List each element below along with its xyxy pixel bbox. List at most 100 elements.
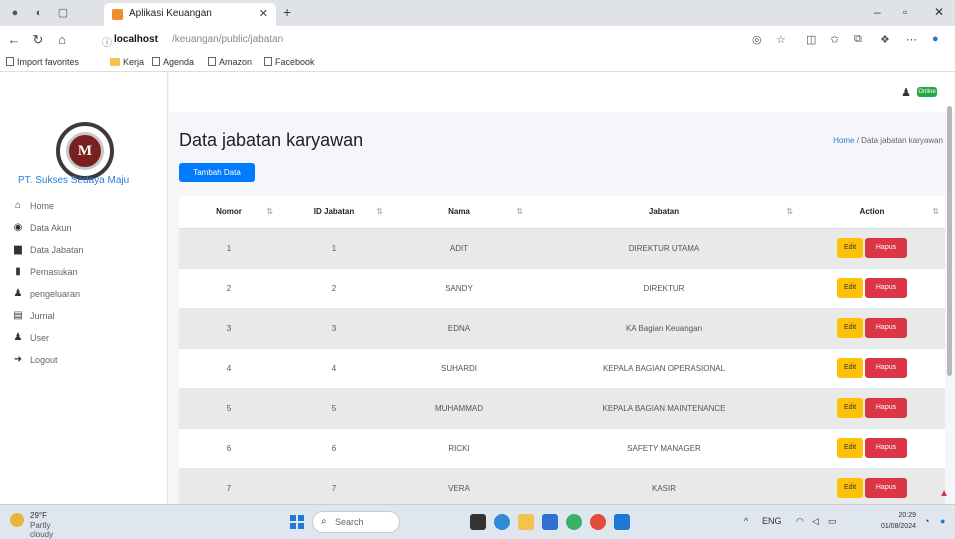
col-header-nama[interactable]: Nama ⇅ <box>389 196 529 229</box>
sidebar-nav: ⌂ Home ◉ Data Akun ▆ Data Jabatan ▮ Pemasuka… <box>12 196 162 372</box>
table-row: 5 5 MUHAMMAD KEPALA BAGIAN MAINTENANCE Edit H… <box>179 388 945 429</box>
col-header-action[interactable]: Action ⇅ <box>799 196 945 229</box>
bookmark-import[interactable]: Import favorites <box>6 57 79 67</box>
browser-tab-bar: ● ◐ ▢ Aplikasi Keuangan ✕ + – ▫ ✕ <box>0 0 955 26</box>
vscode-icon[interactable] <box>542 514 558 530</box>
sidebar-item-user[interactable]: ♟ User <box>12 328 162 350</box>
home-icon: ⌂ <box>14 200 22 211</box>
close-tab-icon[interactable]: ✕ <box>259 7 268 20</box>
copilot-taskbar-icon[interactable]: ● <box>940 516 945 526</box>
minimize-icon[interactable]: – <box>874 5 881 19</box>
profile-icon[interactable]: ● <box>8 6 22 20</box>
bookmark-agenda[interactable]: Agenda <box>152 57 194 67</box>
url-field[interactable]: ⓘ localhost /keuangan/public/jabatan <box>102 31 742 49</box>
delete-button[interactable]: Hapus <box>865 318 907 338</box>
cell-nama: SANDY <box>389 268 529 309</box>
tray-overflow-icon[interactable]: ^ <box>744 516 748 526</box>
battery-icon[interactable]: ▭ <box>828 516 837 527</box>
chat-icon[interactable] <box>494 514 510 530</box>
clock[interactable]: 20:29 01/08/2024 <box>876 510 916 532</box>
edit-button[interactable]: Edit <box>837 398 863 418</box>
sidebar-item-pemasukan[interactable]: ▮ Pemasukan <box>12 262 162 284</box>
extensions-icon[interactable]: ❖ <box>880 33 890 46</box>
cell-nomor: 4 <box>179 348 279 389</box>
edge-icon[interactable] <box>566 514 582 530</box>
collections-icon[interactable]: ⧉ <box>854 33 862 46</box>
col-header-id-jabatan[interactable]: ID Jabatan ⇅ <box>279 196 389 229</box>
file-explorer-icon[interactable] <box>518 514 534 530</box>
windows-start-icon[interactable] <box>290 515 304 529</box>
edit-button[interactable]: Edit <box>837 478 863 498</box>
sidebar-item-data-akun[interactable]: ◉ Data Akun <box>12 218 162 240</box>
scroll-up-icon[interactable]: ▲ <box>939 488 949 499</box>
add-data-button[interactable]: Tambah Data <box>179 163 255 182</box>
delete-button[interactable]: Hapus <box>865 278 907 298</box>
refresh-icon[interactable]: ↻ <box>30 32 46 48</box>
weather-desc: Partly cloudy <box>30 521 54 539</box>
tab-aplikasi-keuangan[interactable]: Aplikasi Keuangan ✕ <box>104 3 276 26</box>
notification-icon[interactable]: ◔ <box>924 516 929 526</box>
car-icon: ▆ <box>14 244 22 255</box>
delete-button[interactable]: Hapus <box>865 358 907 378</box>
more-menu-icon[interactable]: ⋯ <box>906 33 917 46</box>
cell-action: Edit Hapus <box>799 228 945 269</box>
tab-actions-icon[interactable]: ▢ <box>56 6 70 20</box>
jabatan-table: Nomor ⇅ ID Jabatan ⇅ Nama ⇅ Jabatan ⇅ Action… <box>179 196 945 504</box>
taskbar-search[interactable]: ⌕ Search <box>312 511 400 533</box>
read-aloud-icon[interactable]: ◎ <box>752 33 762 46</box>
user-menu-icon[interactable]: ♟ <box>901 86 911 99</box>
bookmark-kerja[interactable]: Kerja <box>110 57 144 67</box>
task-view-icon[interactable] <box>470 514 486 530</box>
split-screen-icon[interactable]: ◫ <box>806 33 816 46</box>
edit-button[interactable]: Edit <box>837 238 863 258</box>
edit-button[interactable]: Edit <box>837 358 863 378</box>
back-icon[interactable]: ← <box>6 32 22 47</box>
bookmark-facebook[interactable]: Facebook <box>264 57 315 67</box>
col-header-jabatan[interactable]: Jabatan ⇅ <box>529 196 799 229</box>
chrome-icon[interactable] <box>590 514 606 530</box>
cell-nomor: 5 <box>179 388 279 429</box>
col-header-nomor[interactable]: Nomor ⇅ <box>179 196 279 229</box>
id-card-icon: ▤ <box>13 310 23 321</box>
close-window-icon[interactable]: ✕ <box>934 5 944 19</box>
favorites-icon[interactable]: ✩ <box>830 33 839 46</box>
cell-jabatan: SAFETY MANAGER <box>529 428 799 469</box>
sidebar-item-home[interactable]: ⌂ Home <box>12 196 162 218</box>
delete-button[interactable]: Hapus <box>865 238 907 258</box>
company-name[interactable]: PT. Sukses Sedaya Maju <box>18 175 129 186</box>
edit-button[interactable]: Edit <box>837 438 863 458</box>
maximize-icon[interactable]: ▫ <box>903 5 907 19</box>
jabatan-table-card: Nomor ⇅ ID Jabatan ⇅ Nama ⇅ Jabatan ⇅ Action… <box>179 196 945 504</box>
store-icon[interactable] <box>614 514 630 530</box>
language-icon[interactable]: ENG <box>762 516 782 526</box>
cell-jabatan: KA Bagian Keuangan <box>529 308 799 349</box>
edit-button[interactable]: Edit <box>837 278 863 298</box>
table-header-row: Nomor ⇅ ID Jabatan ⇅ Nama ⇅ Jabatan ⇅ Action… <box>179 196 945 229</box>
page-scrollbar[interactable] <box>947 106 952 376</box>
breadcrumb-home[interactable]: Home <box>833 136 854 145</box>
cell-nomor: 7 <box>179 468 279 504</box>
info-icon[interactable]: ⓘ <box>102 34 112 49</box>
cell-nama: RICKI <box>389 428 529 469</box>
delete-button[interactable]: Hapus <box>865 478 907 498</box>
bookmark-amazon[interactable]: Amazon <box>208 57 252 67</box>
edit-button[interactable]: Edit <box>837 318 863 338</box>
volume-icon[interactable]: ◁ <box>812 516 819 527</box>
favorite-star-icon[interactable]: ☆ <box>776 33 786 46</box>
weather-widget[interactable]: 29°F Partly cloudy <box>8 509 68 539</box>
sidebar-item-data-jabatan[interactable]: ▆ Data Jabatan <box>12 240 162 262</box>
globe-icon: ◉ <box>13 222 23 233</box>
table-row: 3 3 EDNA KA Bagian Keuangan Edit Hapus <box>179 308 945 349</box>
copilot-icon[interactable]: ● <box>932 33 939 45</box>
wifi-icon[interactable]: ◠ <box>796 516 804 527</box>
sidebar-item-pengeluaran[interactable]: ♟ pengeluaran <box>12 284 162 306</box>
sidebar-item-logout[interactable]: ➜ Logout <box>12 350 162 372</box>
new-tab-icon[interactable]: + <box>283 4 291 20</box>
delete-button[interactable]: Hapus <box>865 438 907 458</box>
cell-nama: ADIT <box>389 228 529 269</box>
sidebar-item-jurnal[interactable]: ▤ Jurnal <box>12 306 162 328</box>
workspaces-icon[interactable]: ◐ <box>32 6 46 20</box>
home-browser-icon[interactable]: ⌂ <box>54 32 70 47</box>
cell-jabatan: KEPALA BAGIAN MAINTENANCE <box>529 388 799 429</box>
delete-button[interactable]: Hapus <box>865 398 907 418</box>
